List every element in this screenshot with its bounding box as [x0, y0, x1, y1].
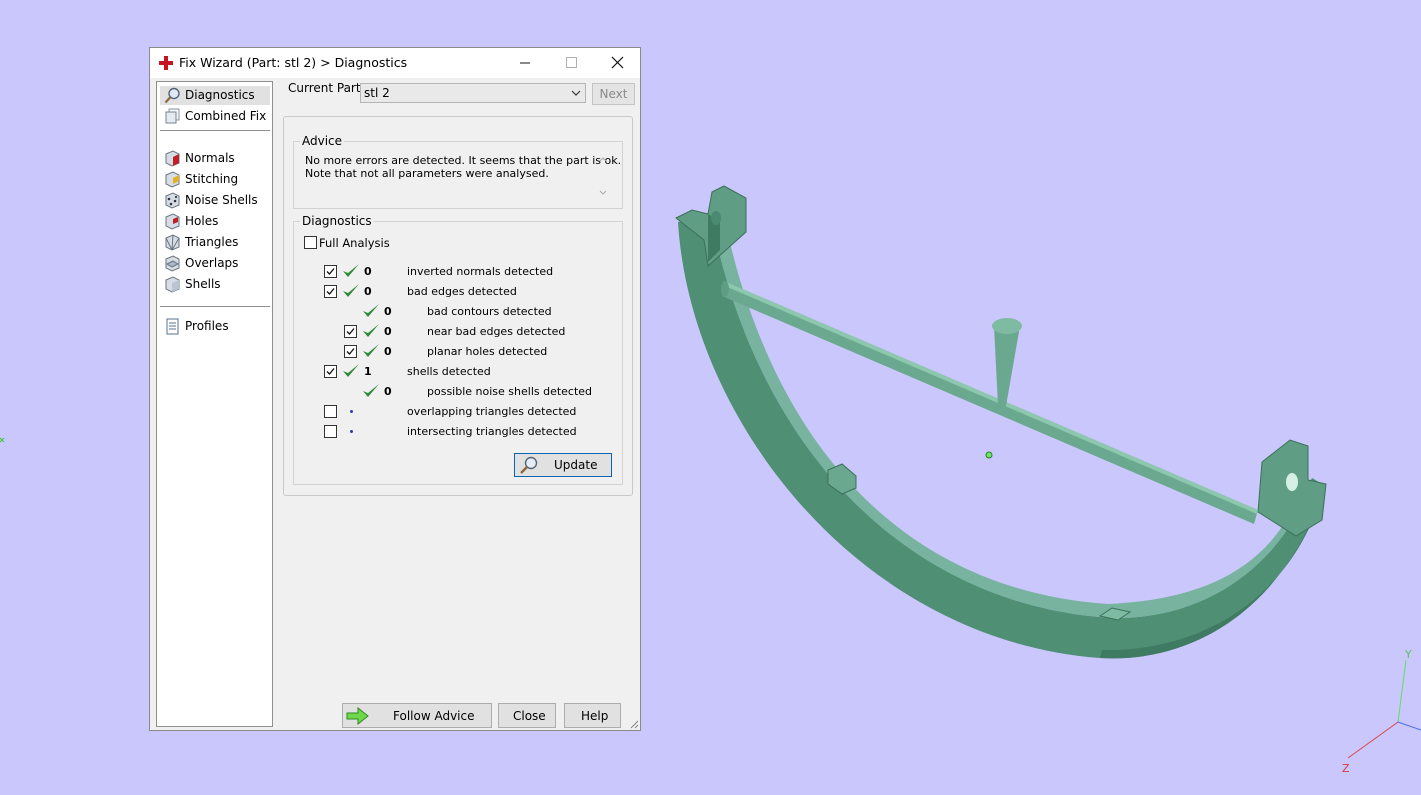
near-bad-edges-count: 0	[384, 325, 392, 338]
x-axis-marker-icon	[0, 437, 5, 443]
holes-icon	[165, 213, 180, 230]
title-bar[interactable]: Fix Wizard (Part: stl 2) > Diagnostics	[150, 48, 640, 78]
arrow-right-icon	[346, 707, 369, 725]
inverted-normals-count: 0	[364, 265, 372, 278]
shells-checkbox[interactable]	[324, 365, 337, 378]
resize-grip-icon[interactable]	[629, 719, 639, 729]
intersecting-triangles-label: intersecting triangles detected	[407, 425, 577, 438]
nav-item-holes[interactable]: Holes	[160, 212, 270, 231]
bad-edges-count: 0	[364, 285, 372, 298]
fix-wizard-dialog: Fix Wizard (Part: stl 2) > Diagnostics D…	[149, 47, 641, 731]
wizard-nav-pane: Diagnostics Combined Fix Normals Stitchi…	[156, 81, 273, 727]
nav-item-overlaps[interactable]: Overlaps	[160, 254, 270, 273]
bad-edges-checkbox[interactable]	[324, 285, 337, 298]
nav-item-normals[interactable]: Normals	[160, 149, 270, 168]
axis-label-y: Y	[1405, 648, 1412, 661]
nav-item-diagnostics[interactable]: Diagnostics	[160, 86, 270, 105]
intersecting-triangles-checkbox[interactable]	[324, 425, 337, 438]
check-ok-icon	[343, 264, 359, 277]
full-analysis-checkbox[interactable]	[304, 236, 317, 249]
planar-holes-count: 0	[384, 345, 392, 358]
shells-count: 1	[364, 365, 372, 378]
triangles-icon	[165, 234, 180, 251]
inverted-normals-label: inverted normals detected	[407, 265, 554, 278]
planar-holes-label: planar holes detected	[427, 345, 548, 358]
diagnostics-group-title: Diagnostics	[300, 214, 374, 228]
combined-fix-icon	[165, 108, 180, 124]
normals-icon	[165, 150, 180, 167]
check-ok-icon	[363, 324, 379, 337]
current-part-label: Current Part:	[288, 81, 365, 95]
check-ok-icon	[363, 344, 379, 357]
overlapping-triangles-checkbox[interactable]	[324, 405, 337, 418]
help-button[interactable]: Help	[564, 703, 621, 728]
not-analysed-dot-icon	[350, 430, 353, 433]
nav-divider	[160, 130, 270, 131]
overlaps-icon	[165, 255, 180, 272]
stitching-icon	[165, 171, 180, 188]
check-ok-icon	[343, 364, 359, 377]
noise-shells-icon	[165, 192, 180, 209]
nav-item-stitching[interactable]: Stitching	[160, 170, 270, 189]
not-analysed-dot-icon	[350, 410, 353, 413]
check-ok-icon	[343, 284, 359, 297]
advice-text-box[interactable]: No more errors are detected. It seems th…	[296, 151, 621, 202]
nav-item-profiles[interactable]: Profiles	[160, 317, 270, 336]
advice-text: No more errors are detected. It seems th…	[305, 154, 622, 180]
magnifier-icon	[520, 456, 538, 474]
red-cross-icon	[159, 56, 173, 70]
magnifier-icon	[164, 87, 180, 104]
nav-item-triangles[interactable]: Triangles	[160, 233, 270, 252]
axis-triad-icon	[1347, 659, 1421, 759]
window-title: Fix Wizard (Part: stl 2) > Diagnostics	[179, 55, 408, 70]
close-button[interactable]: Close	[498, 703, 556, 728]
check-ok-icon	[363, 384, 379, 397]
near-bad-edges-label: near bad edges detected	[427, 325, 566, 338]
inverted-normals-checkbox[interactable]	[324, 265, 337, 278]
follow-advice-button[interactable]: Follow Advice	[342, 703, 492, 728]
chevron-down-icon	[571, 90, 581, 96]
shells-label: shells detected	[407, 365, 491, 378]
center-marker-icon	[985, 451, 993, 459]
nav-item-shells[interactable]: Shells	[160, 275, 270, 294]
planar-holes-checkbox[interactable]	[344, 345, 357, 358]
close-icon	[611, 56, 624, 69]
shells-icon	[165, 276, 180, 293]
nav-item-noise-shells[interactable]: Noise Shells	[160, 191, 270, 210]
axis-label-z: Z	[1342, 762, 1350, 775]
nav-item-combined-fix[interactable]: Combined Fix	[160, 107, 270, 126]
full-analysis-label: Full Analysis	[319, 236, 390, 250]
profiles-icon	[166, 318, 179, 335]
maximize-button[interactable]	[548, 48, 594, 78]
nav-divider	[160, 306, 270, 307]
current-part-select[interactable]: stl 2	[360, 83, 586, 103]
near-bad-edges-checkbox[interactable]	[344, 325, 357, 338]
next-button[interactable]: Next	[592, 83, 635, 105]
bad-edges-label: bad edges detected	[407, 285, 517, 298]
advice-group-title: Advice	[300, 134, 345, 148]
minimize-button[interactable]	[502, 48, 548, 78]
close-window-button[interactable]	[594, 48, 640, 78]
bad-contours-count: 0	[384, 305, 392, 318]
overlapping-triangles-label: overlapping triangles detected	[407, 405, 577, 418]
stl-part-model[interactable]	[675, 185, 1327, 659]
bad-contours-label: bad contours detected	[427, 305, 552, 318]
noise-shells-count: 0	[384, 385, 392, 398]
update-button[interactable]: Update	[514, 453, 612, 477]
noise-shells-label: possible noise shells detected	[427, 385, 593, 398]
check-ok-icon	[363, 304, 379, 317]
advice-scrollbar[interactable]	[596, 153, 610, 199]
